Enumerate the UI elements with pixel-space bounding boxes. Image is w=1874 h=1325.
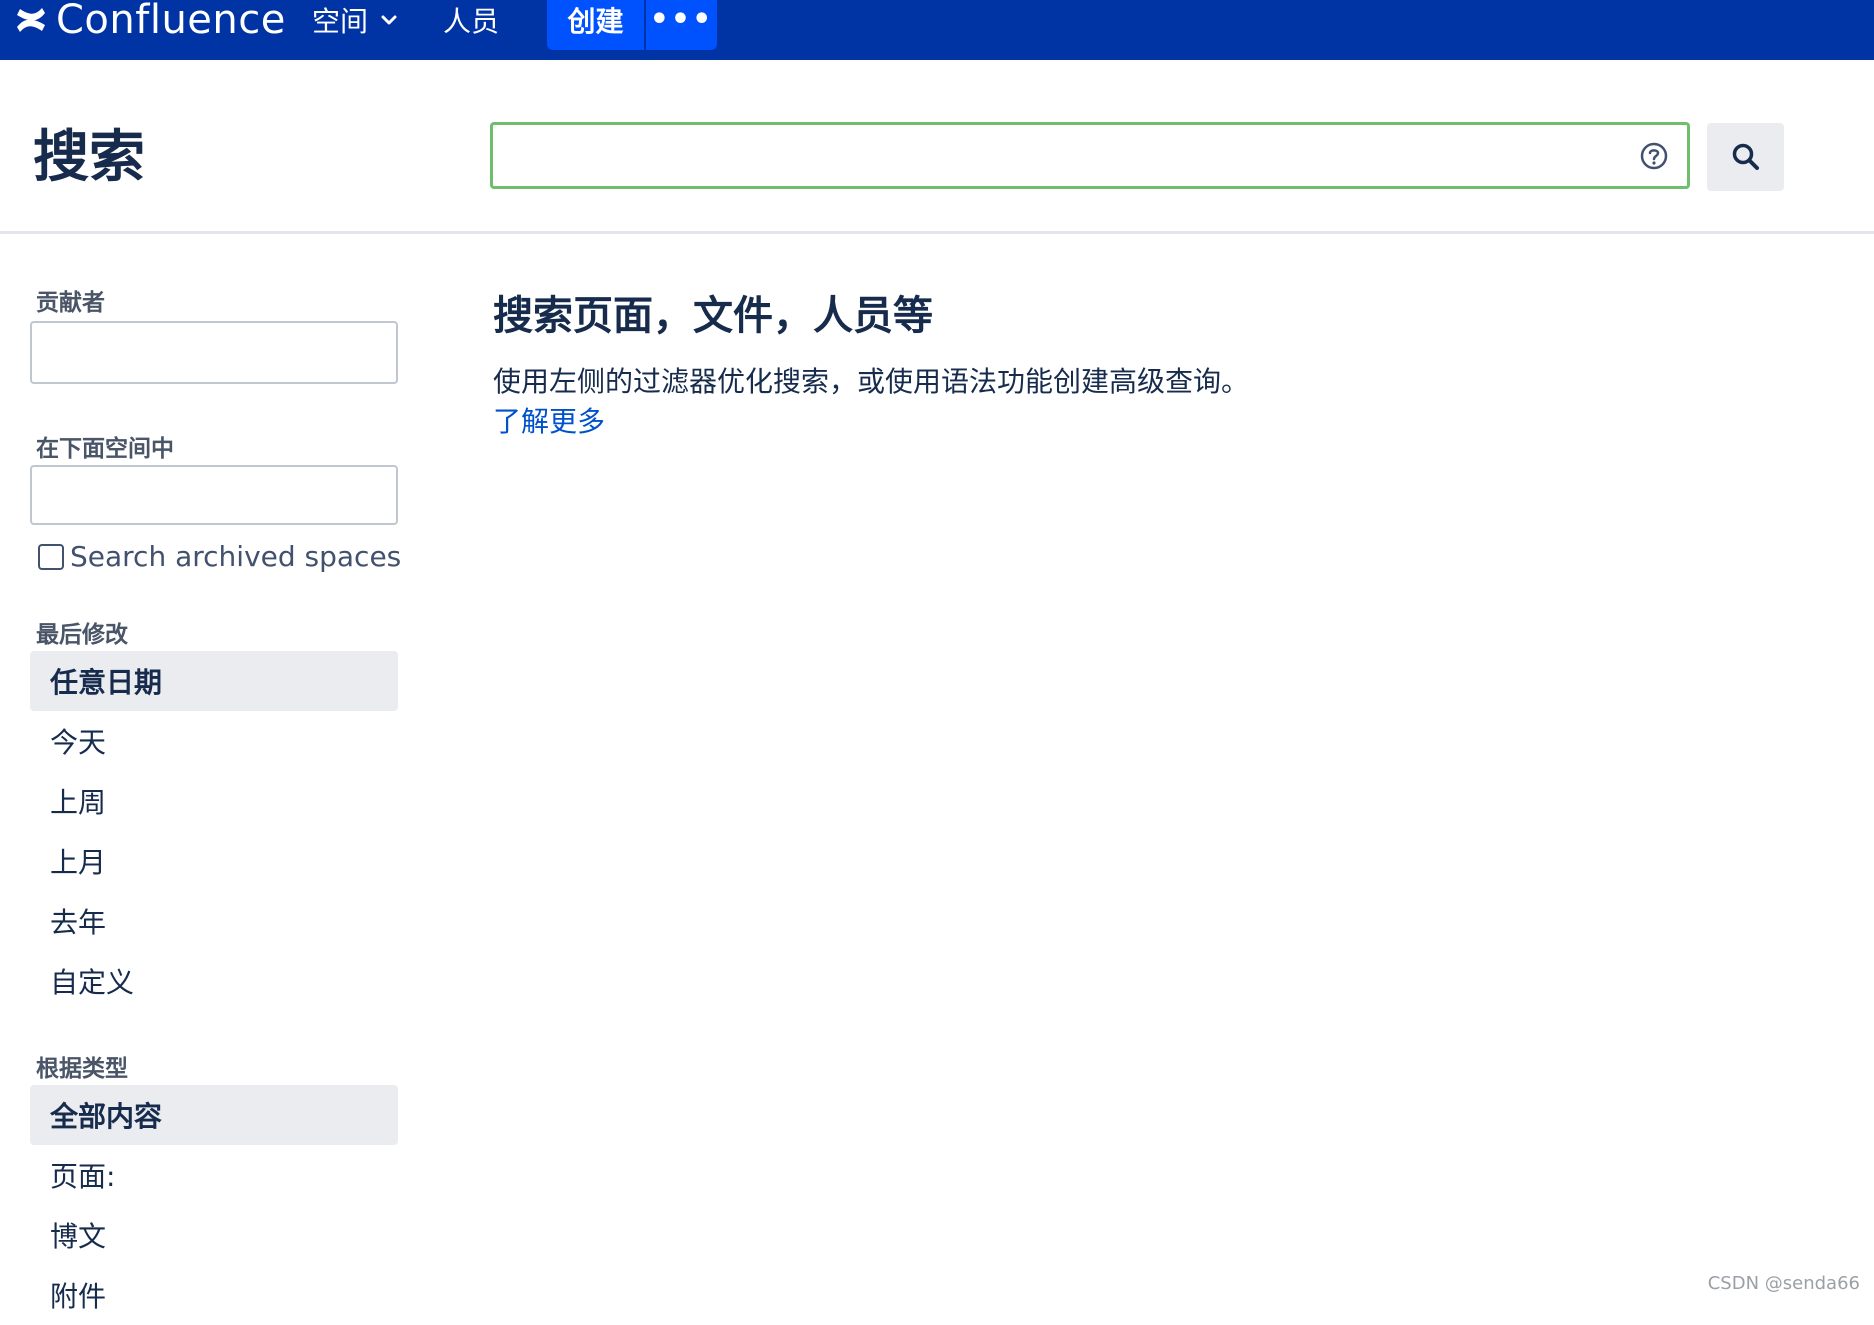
top-nav-bar: Confluence 空间 人员 创建 •••	[0, 0, 1874, 60]
search-icon	[1731, 142, 1761, 172]
search-archived-label: Search archived spaces	[70, 540, 401, 573]
type-option-blog[interactable]: 博文	[30, 1205, 398, 1265]
date-option-today[interactable]: 今天	[30, 711, 398, 771]
type-option-all[interactable]: 全部内容	[30, 1085, 398, 1145]
date-option-last-year[interactable]: 去年	[30, 891, 398, 951]
page-title: 搜索	[33, 126, 145, 190]
date-option-last-month[interactable]: 上月	[30, 831, 398, 891]
space-label: 在下面空间中	[36, 429, 174, 463]
more-options-button[interactable]: •••	[646, 0, 717, 50]
filter-sidebar: 贡献者 在下面空间中 Search archived spaces 最后修改 任…	[0, 237, 420, 1304]
space-field[interactable]	[30, 465, 398, 525]
confluence-logo[interactable]: Confluence	[14, 0, 286, 40]
logo-text: Confluence	[56, 0, 286, 40]
chevron-down-icon	[380, 11, 398, 29]
type-option-page[interactable]: 页面:	[30, 1145, 398, 1205]
date-option-any[interactable]: 任意日期	[30, 651, 398, 711]
contributor-field[interactable]	[30, 321, 398, 384]
search-input[interactable]	[493, 125, 1687, 186]
create-button-label: 创建	[567, 0, 623, 40]
date-option-last-week[interactable]: 上周	[30, 771, 398, 831]
watermark: CSDN @senda66	[1708, 1273, 1860, 1294]
search-button[interactable]	[1707, 123, 1784, 191]
help-icon[interactable]	[1639, 141, 1669, 171]
checkbox-box[interactable]	[38, 544, 64, 570]
empty-state-description: 使用左侧的过滤器优化搜索，或使用语法功能创建高级查询。	[493, 360, 1249, 400]
nav-spaces-label: 空间	[312, 0, 368, 40]
empty-state-title: 搜索页面，文件，人员等	[493, 283, 933, 341]
nav-people-link[interactable]: 人员	[443, 0, 499, 40]
confluence-logo-icon	[14, 3, 48, 37]
date-option-custom[interactable]: 自定义	[30, 951, 398, 1011]
search-header: 搜索	[0, 60, 1874, 234]
search-archived-checkbox[interactable]: Search archived spaces	[38, 540, 401, 573]
last-modified-label: 最后修改	[36, 615, 128, 649]
more-dots-icon: •••	[650, 10, 714, 30]
create-button[interactable]: 创建	[547, 0, 644, 50]
search-input-container	[490, 122, 1690, 189]
nav-people-label: 人员	[443, 0, 499, 40]
nav-spaces-dropdown[interactable]: 空间	[312, 0, 398, 40]
contributor-label: 贡献者	[36, 283, 105, 317]
learn-more-link[interactable]: 了解更多	[493, 400, 605, 440]
type-label: 根据类型	[36, 1049, 128, 1083]
type-option-attachment[interactable]: 附件	[30, 1265, 398, 1325]
